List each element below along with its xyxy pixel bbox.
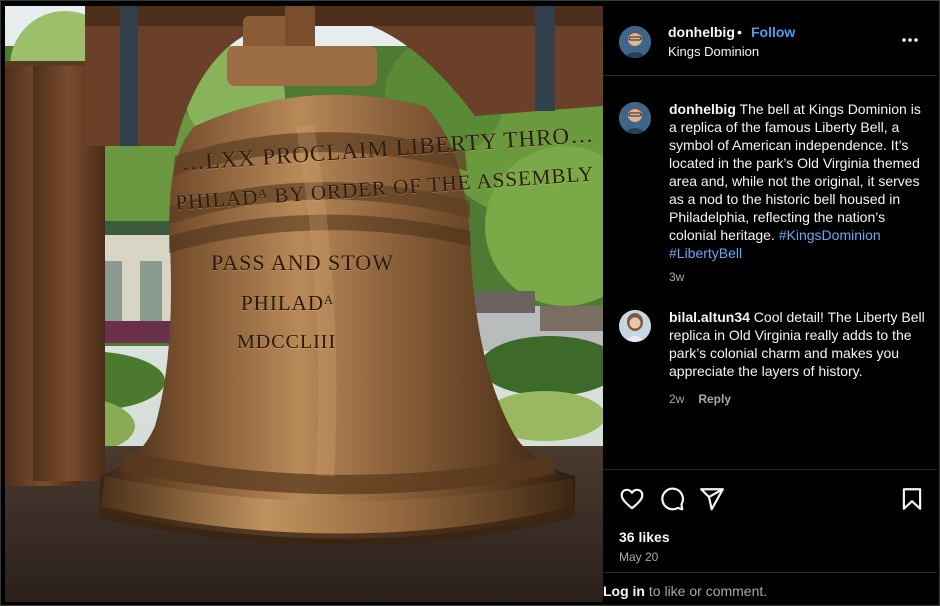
commenter-avatar[interactable] [619, 310, 651, 342]
comment-username[interactable]: bilal.altun34 [669, 309, 750, 325]
separator-dot: • [737, 24, 742, 40]
comment-icon[interactable] [659, 486, 685, 512]
login-suffix: to like or comment. [645, 583, 768, 599]
caption-username[interactable]: donhelbig [669, 101, 736, 117]
author-avatar[interactable] [619, 26, 651, 58]
heart-icon[interactable] [619, 486, 645, 512]
caption-body: The bell at Kings Dominion is a replica … [669, 101, 921, 243]
bookmark-icon[interactable] [899, 486, 925, 512]
login-link[interactable]: Log in [603, 583, 645, 599]
caption-meta: 3w [669, 270, 684, 284]
comment-text: bilal.altun34 Cool detail! The Liberty B… [669, 308, 927, 380]
reply-button[interactable]: Reply [698, 392, 731, 406]
share-icon[interactable] [699, 486, 725, 512]
likes-count[interactable]: 36 likes [619, 529, 670, 545]
post-location[interactable]: Kings Dominion [668, 44, 759, 59]
comment-meta: 2w Reply [669, 392, 731, 406]
post-photo[interactable]: …LXX PROCLAIM LIBERTY THRO… PHILADᴬ BY O… [5, 6, 603, 602]
follow-button[interactable]: Follow [751, 24, 795, 40]
hashtag-kingsdominion[interactable]: #KingsDominion [779, 227, 881, 243]
caption-age: 3w [669, 270, 685, 284]
comment-age: 2w [669, 392, 685, 406]
bell-engraving-line-4: PHILADᴬ [241, 291, 334, 315]
more-options-icon[interactable] [900, 32, 920, 48]
post-date[interactable]: May 20 [619, 550, 658, 564]
bell-engraving-line-3: PASS AND STOW [211, 250, 394, 275]
login-prompt: Log in to like or comment. [603, 572, 937, 602]
post-side-panel: donhelbig • Follow Kings Dominion donhel… [603, 6, 937, 602]
instagram-post-view: …LXX PROCLAIM LIBERTY THRO… PHILADᴬ BY O… [0, 0, 940, 606]
post-header: donhelbig • Follow Kings Dominion [603, 6, 937, 76]
comments-list[interactable]: donhelbig The bell at Kings Dominion is … [603, 77, 937, 469]
caption-author-avatar[interactable] [619, 102, 651, 134]
hashtag-libertybell[interactable]: #LibertyBell [669, 245, 742, 261]
bell-engraving-line-5: MDCCLIII [237, 331, 337, 353]
caption-text: donhelbig The bell at Kings Dominion is … [669, 100, 927, 262]
post-actions: 36 likes May 20 [603, 469, 937, 565]
author-username[interactable]: donhelbig [668, 24, 735, 40]
